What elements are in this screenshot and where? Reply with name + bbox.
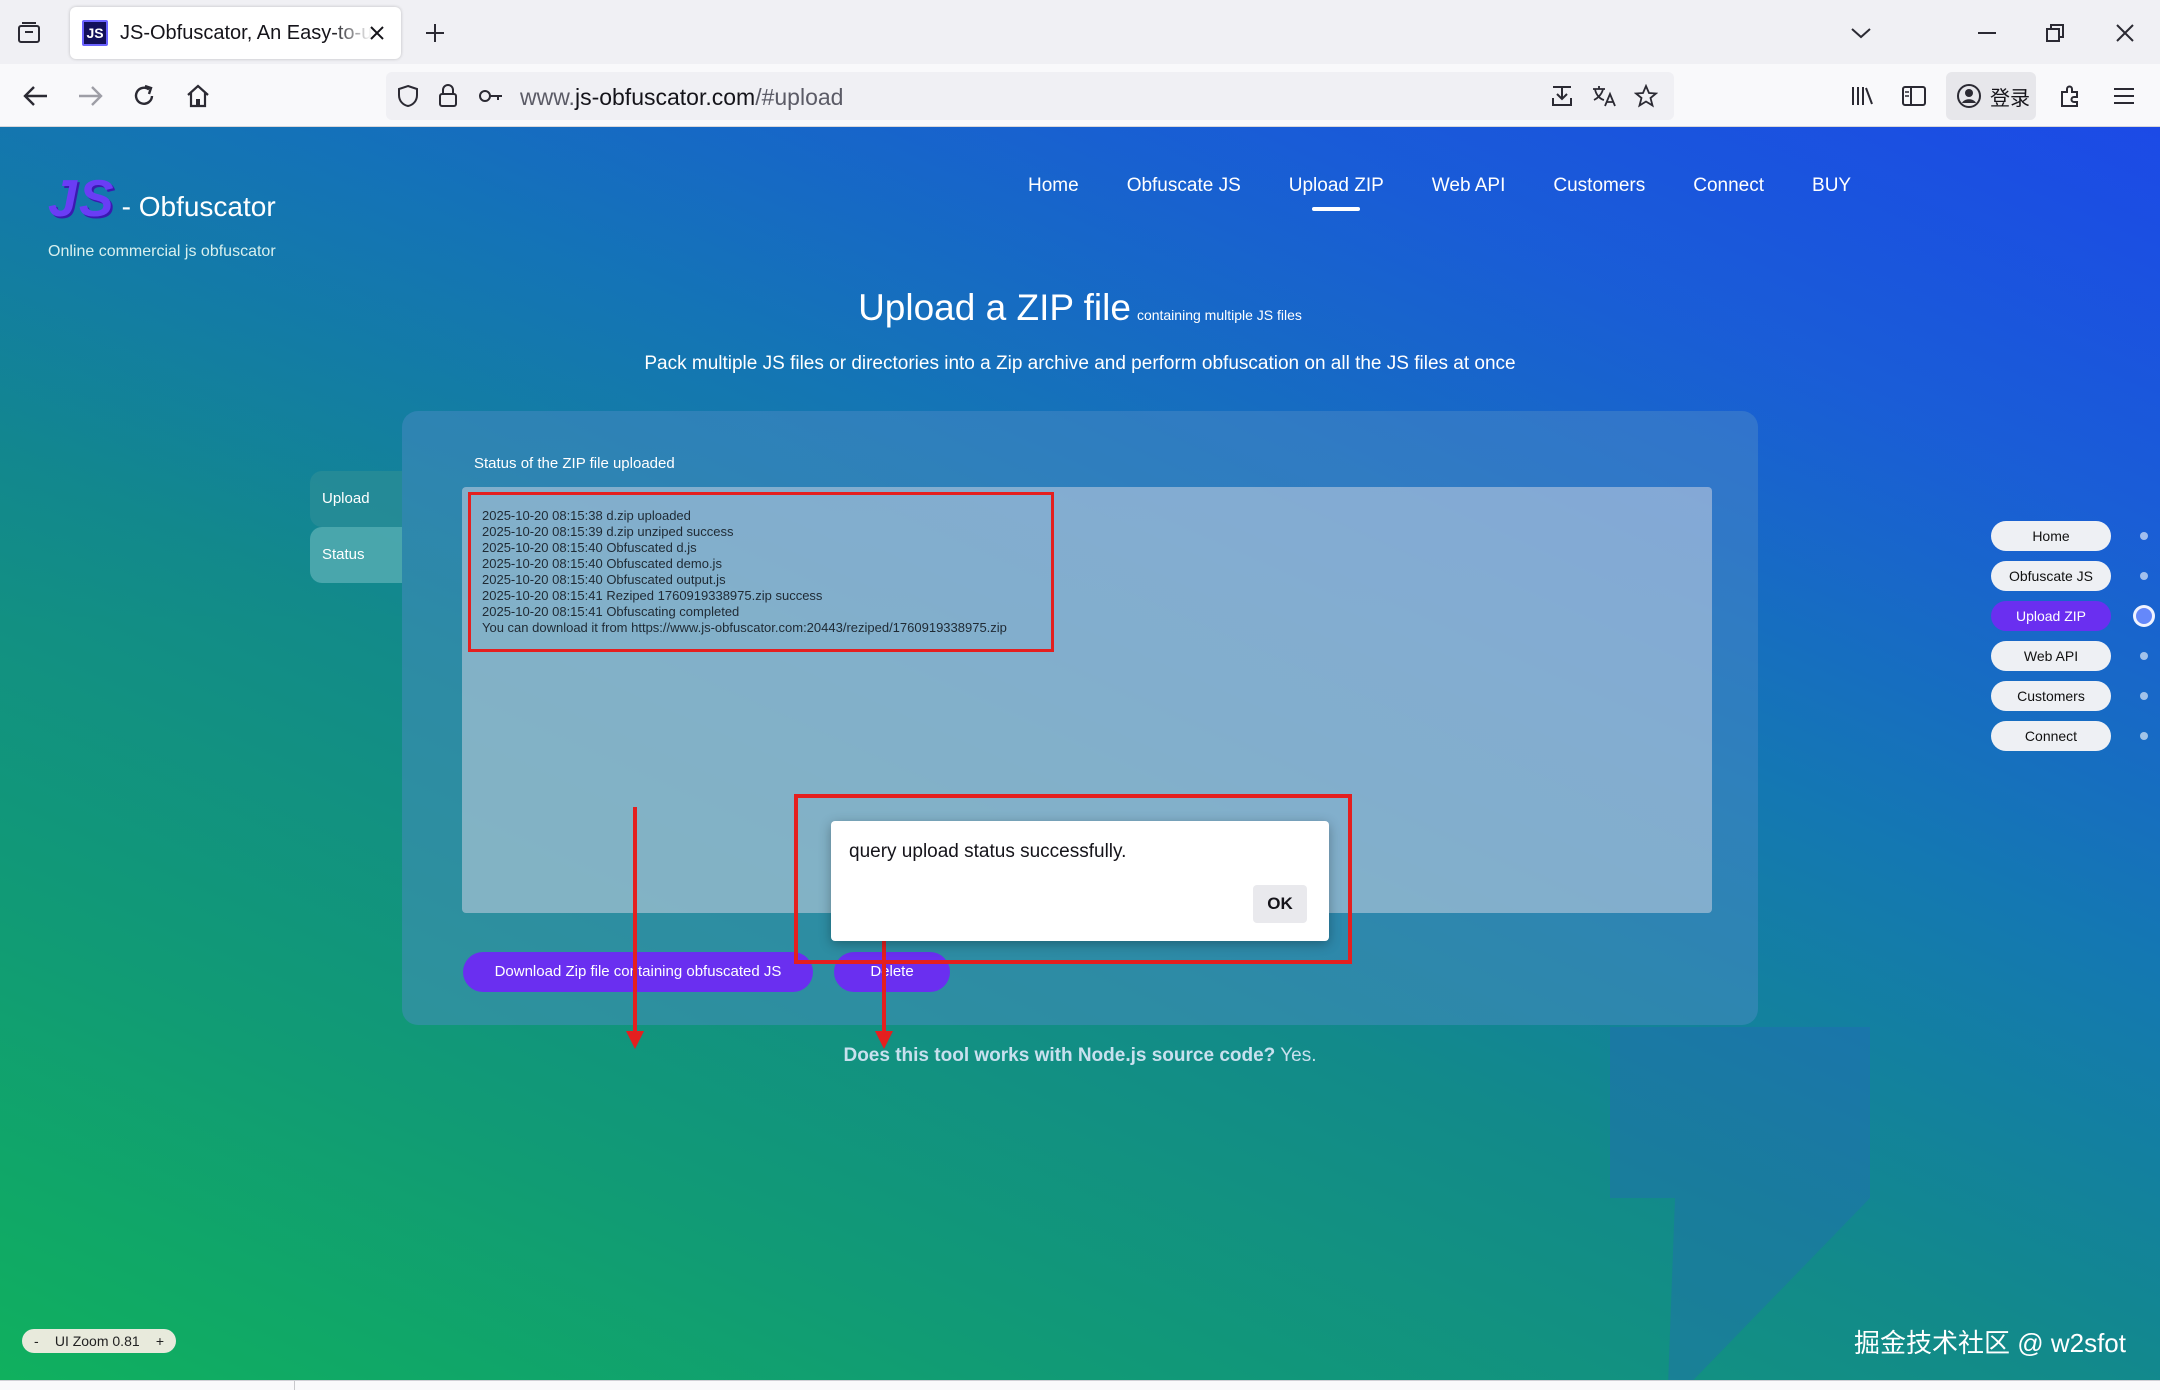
forward-arrow-icon[interactable] — [74, 80, 106, 112]
browser-tab-bar: JS JS-Obfuscator, An Easy-to-use — [0, 0, 2160, 64]
reload-icon[interactable] — [128, 80, 160, 112]
side-nav-web-api[interactable]: Web API — [1991, 641, 2148, 671]
close-window-icon[interactable] — [2110, 18, 2140, 48]
nav-home[interactable]: Home — [1004, 171, 1103, 211]
side-nav-connect[interactable]: Connect — [1991, 721, 2148, 751]
faq-line: Does this tool works with Node.js source… — [0, 1045, 2160, 1067]
logo-mark: JS — [48, 170, 116, 228]
page-subtitle: Pack multiple JS files or directories in… — [644, 353, 1516, 374]
account-sign-in-button[interactable]: 登录 — [1946, 72, 2036, 120]
side-nav-upload-zip[interactable]: Upload ZIP — [1991, 601, 2155, 631]
translate-icon[interactable] — [1590, 82, 1618, 110]
url-domain: js-obfuscator.com — [574, 84, 756, 110]
right-side-nav: Home Obfuscate JS Upload ZIP Web API Cus… — [1991, 521, 2155, 761]
sidebar-toggle-icon[interactable] — [1898, 80, 1930, 112]
url-text[interactable]: www.js-obfuscator.com/#upload — [520, 84, 843, 111]
log-highlight-box — [468, 492, 1054, 652]
annotation-arrow-head — [875, 1031, 893, 1049]
home-icon[interactable] — [182, 80, 214, 112]
active-tab[interactable]: JS JS-Obfuscator, An Easy-to-use — [70, 7, 401, 59]
lock-icon[interactable] — [434, 82, 462, 110]
side-nav-dot[interactable] — [2140, 732, 2148, 740]
browser-toolbar: www.js-obfuscator.com/#upload 登录 — [0, 64, 2160, 127]
side-nav-customers[interactable]: Customers — [1991, 681, 2148, 711]
key-permissions-icon[interactable] — [476, 82, 506, 110]
tab-overflow-chevron-icon[interactable] — [1846, 18, 1876, 48]
extensions-puzzle-icon[interactable] — [2054, 80, 2086, 112]
hamburger-menu-icon[interactable] — [2108, 80, 2140, 112]
install-page-icon[interactable] — [1548, 82, 1576, 110]
nav-web-api[interactable]: Web API — [1408, 171, 1530, 211]
dialog-ok-button[interactable]: OK — [1253, 885, 1307, 923]
faq-question: Does this tool works with Node.js source… — [843, 1045, 1276, 1066]
account-avatar-icon — [1957, 84, 1981, 108]
zoom-out-button[interactable]: - — [34, 1333, 39, 1349]
side-nav-label: Obfuscate JS — [2008, 568, 2094, 584]
side-tab-status[interactable]: Status — [310, 527, 402, 583]
nav-buy[interactable]: BUY — [1788, 171, 1875, 211]
download-zip-button[interactable]: Download Zip file containing obfuscated … — [463, 952, 813, 992]
dialog-message: query upload status successfully. — [849, 841, 1127, 862]
page-title: Upload a ZIP file containing multiple JS … — [0, 287, 2160, 329]
bookmark-star-icon[interactable] — [1632, 82, 1660, 110]
shield-icon[interactable] — [394, 82, 422, 110]
nav-upload-zip[interactable]: Upload ZIP — [1265, 171, 1408, 211]
nav-customers[interactable]: Customers — [1529, 171, 1669, 211]
tab-title: JS-Obfuscator, An Easy-to-use — [120, 21, 372, 44]
logo-tagline: Online commercial js obfuscator — [48, 243, 276, 260]
page-title-sub: containing multiple JS files — [1136, 307, 1302, 323]
side-nav-dot[interactable] — [2140, 532, 2148, 540]
side-nav-label: Connect — [2024, 728, 2078, 744]
side-nav-dot-active[interactable] — [2133, 605, 2155, 627]
logo-text: - Obfuscator — [121, 191, 276, 222]
address-bar[interactable]: www.js-obfuscator.com/#upload — [386, 72, 1674, 120]
side-nav-dot[interactable] — [2140, 652, 2148, 660]
panel-side-tabs: Upload Status — [310, 471, 402, 583]
minimize-window-icon[interactable] — [1972, 18, 2002, 48]
site-favicon-icon: JS — [82, 20, 108, 46]
side-nav-label: Customers — [2017, 688, 2085, 704]
side-nav-dot[interactable] — [2140, 692, 2148, 700]
ui-zoom-control: - UI Zoom 0.81 + — [22, 1329, 176, 1353]
alert-dialog: query upload status successfully. OK — [831, 821, 1329, 941]
new-tab-icon[interactable] — [420, 18, 450, 48]
page-title-main: Upload a ZIP file — [858, 287, 1131, 328]
side-nav-label: Home — [2032, 528, 2070, 544]
side-tab-upload[interactable]: Upload — [310, 471, 402, 527]
url-path: /#upload — [755, 84, 844, 110]
tab-close-icon[interactable] — [365, 21, 389, 45]
account-label: 登录 — [1990, 87, 2030, 110]
bottom-status-strip — [0, 1380, 2160, 1390]
side-nav-dot[interactable] — [2140, 572, 2148, 580]
tab-list-icon[interactable] — [14, 18, 44, 48]
bottom-divider — [294, 1381, 295, 1390]
side-nav-home[interactable]: Home — [1991, 521, 2148, 551]
faq-answer: Yes. — [1275, 1045, 1317, 1066]
main-navigation: Home Obfuscate JS Upload ZIP Web API Cus… — [1004, 171, 1875, 211]
side-nav-obfuscate-js[interactable]: Obfuscate JS — [1991, 561, 2148, 591]
watermark-text: 掘金技术社区 @ w2sfot — [1854, 1328, 2126, 1358]
panel-title: Status of the ZIP file uploaded — [474, 455, 675, 472]
side-nav-label: Upload ZIP — [2015, 608, 2087, 624]
restore-window-icon[interactable] — [2040, 18, 2070, 48]
library-icon[interactable] — [1846, 80, 1878, 112]
url-prefix: www. — [520, 84, 575, 110]
back-arrow-icon[interactable] — [20, 80, 52, 112]
web-page: JS - Obfuscator Online commercial js obfu… — [0, 127, 2160, 1380]
annotation-arrow-head — [626, 1031, 644, 1049]
annotation-arrow-line — [633, 807, 637, 1037]
nav-connect[interactable]: Connect — [1669, 171, 1788, 211]
side-nav-label: Web API — [2023, 648, 2079, 664]
nav-obfuscate-js[interactable]: Obfuscate JS — [1103, 171, 1265, 211]
zoom-in-button[interactable]: + — [156, 1333, 164, 1349]
zoom-label: UI Zoom 0.81 — [54, 1333, 140, 1349]
site-logo[interactable]: JS - Obfuscator Online commercial js obfu… — [48, 169, 276, 260]
